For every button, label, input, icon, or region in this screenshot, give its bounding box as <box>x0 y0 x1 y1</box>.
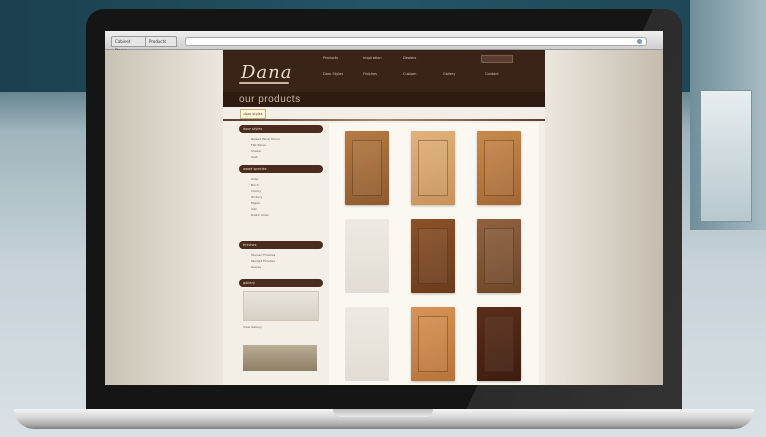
door-swatch[interactable] <box>411 219 455 293</box>
sidebar-item[interactable]: Stained Finishes <box>251 253 275 257</box>
nav-item-finishes[interactable]: Finishes <box>363 72 377 77</box>
sidebar: door styles Raised Panel Doors Flat Pane… <box>239 123 323 385</box>
door-swatch[interactable] <box>345 219 389 293</box>
page-title-bar: our products <box>223 92 545 107</box>
door-swatch[interactable] <box>477 219 521 293</box>
product-grid <box>329 123 539 385</box>
sidebar-item[interactable]: Slab <box>251 155 257 159</box>
background-window <box>700 90 752 222</box>
sidebar-item[interactable]: Rustic Alder <box>251 213 269 217</box>
door-swatch[interactable] <box>345 307 389 381</box>
browser-toolbar: Cabinet Doors Products <box>105 31 663 53</box>
kitchen-thumbnail[interactable] <box>243 345 317 371</box>
sidebar-item[interactable]: Hickory <box>251 195 262 199</box>
address-bar[interactable] <box>185 37 647 46</box>
nav-item-contact[interactable]: Contact <box>485 72 499 77</box>
sidebar-item[interactable]: View Gallery <box>243 325 262 329</box>
sidebar-item[interactable]: Painted Finishes <box>251 259 275 263</box>
nav-item-gallery[interactable]: Gallery <box>443 72 455 77</box>
sidebar-item[interactable]: Cherry <box>251 189 261 193</box>
page-title: our products <box>239 94 301 105</box>
door-swatch[interactable] <box>345 131 389 205</box>
door-swatch[interactable] <box>411 131 455 205</box>
sidebar-item[interactable]: Raised Panel Doors <box>251 137 280 141</box>
sidebar-heading-door-styles[interactable]: door styles <box>239 125 323 133</box>
sidebar-item[interactable]: Glazes <box>251 265 261 269</box>
browser-tab-1[interactable]: Cabinet Doors <box>111 36 147 53</box>
tab-door-styles[interactable]: door styles <box>240 109 266 119</box>
nav-item-door-styles[interactable]: Door Styles <box>323 72 343 77</box>
logo-swoosh <box>239 82 289 84</box>
website: Dana Products Inspiration Dealers Door S… <box>223 50 545 385</box>
gallery-thumbnail[interactable] <box>243 291 319 321</box>
sidebar-item[interactable]: Oak <box>251 207 257 211</box>
door-swatch[interactable] <box>477 307 521 381</box>
sidebar-item[interactable]: Shaker <box>251 149 261 153</box>
door-swatch[interactable] <box>477 131 521 205</box>
divider <box>223 119 545 121</box>
sidebar-item[interactable]: Birch <box>251 183 259 187</box>
laptop-notch <box>333 409 433 417</box>
browser-tab-2[interactable]: Products <box>145 36 177 47</box>
sidebar-item[interactable]: Flat Panel <box>251 143 266 147</box>
laptop-screen: Cabinet Doors Products Dana Products Ins… <box>105 31 663 385</box>
nav-item-inspiration[interactable]: Inspiration <box>363 56 382 61</box>
sidebar-heading-finishes[interactable]: finishes <box>239 241 323 249</box>
sidebar-item[interactable]: Maple <box>251 201 260 205</box>
brand-logo[interactable]: Dana <box>241 62 293 83</box>
nav-item-custom[interactable]: Custom <box>403 72 416 77</box>
nav-item-dealers[interactable]: Dealers <box>403 56 416 61</box>
rss-icon[interactable] <box>637 39 642 44</box>
sidebar-heading-gallery[interactable]: gallery <box>239 279 323 287</box>
sidebar-item[interactable]: Alder <box>251 177 259 181</box>
page-backdrop-right <box>545 50 663 385</box>
nav-item-products[interactable]: Products <box>323 56 338 61</box>
site-header: Dana Products Inspiration Dealers Door S… <box>223 50 545 92</box>
page-backdrop-left <box>105 50 223 385</box>
search-input[interactable] <box>481 55 513 63</box>
door-swatch[interactable] <box>411 307 455 381</box>
sidebar-heading-wood-species[interactable]: wood species <box>239 165 323 173</box>
